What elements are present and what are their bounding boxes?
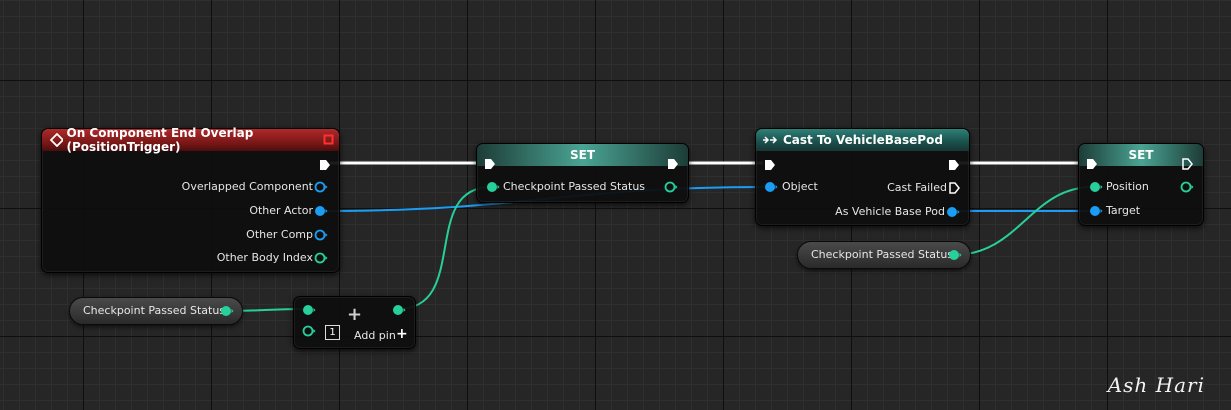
watermark-signature: Ash Hari bbox=[1107, 373, 1205, 397]
cast-output-label: As Vehicle Base Pod bbox=[835, 205, 945, 218]
cast-node-title: Cast To VehicleBasePod bbox=[783, 133, 943, 147]
pin-index-box[interactable]: 1 bbox=[325, 325, 340, 340]
add-pin-plus-icon[interactable]: + bbox=[396, 327, 408, 341]
bool-out-pin-icon[interactable] bbox=[948, 249, 962, 263]
event-node-title: On Component End Overlap (PositionTrigge… bbox=[66, 126, 254, 154]
getter-label: Checkpoint Passed Status bbox=[811, 248, 954, 261]
exec-out-pin-icon[interactable] bbox=[947, 158, 961, 172]
bool-in-pin-icon[interactable] bbox=[302, 304, 316, 318]
exec-in-pin-icon[interactable] bbox=[483, 157, 497, 171]
cast-node[interactable]: Cast To VehicleBasePod Object Cast Faile… bbox=[755, 128, 970, 226]
set-position-label: Position bbox=[1106, 180, 1149, 193]
set-node-title: SET bbox=[569, 148, 596, 162]
set-node-title: SET bbox=[1128, 148, 1154, 162]
set-node-header[interactable]: SET bbox=[477, 144, 688, 166]
boolean-operator-node[interactable]: + 1 Add pin + bbox=[293, 296, 416, 349]
bool-wire bbox=[397, 186, 492, 310]
object-pin-icon[interactable] bbox=[314, 205, 328, 219]
bool-in-hollow-pin-icon[interactable] bbox=[302, 325, 316, 339]
object-pin-icon[interactable] bbox=[314, 181, 328, 195]
event-diamond-icon bbox=[50, 133, 63, 147]
exec-in-pin-icon[interactable] bbox=[763, 158, 777, 172]
cast-failed-label: Cast Failed bbox=[887, 181, 947, 194]
exec-in-pin-icon[interactable] bbox=[1085, 157, 1099, 171]
operator-plus-symbol: + bbox=[347, 304, 363, 325]
bool-pin-icon[interactable] bbox=[486, 181, 500, 195]
delegate-pin-icon[interactable] bbox=[323, 134, 335, 146]
add-pin-label[interactable]: Add pin bbox=[354, 329, 396, 343]
bool-pin-icon[interactable] bbox=[1089, 181, 1103, 195]
exec-out-pin-icon[interactable] bbox=[666, 157, 680, 171]
set-node-checkpoint[interactable]: SET Checkpoint Passed Status bbox=[476, 143, 689, 203]
pin-label-other-body-index: Other Body Index bbox=[216, 251, 313, 264]
object-pin-icon[interactable] bbox=[314, 229, 328, 243]
exec-out-hollow-pin-icon[interactable] bbox=[1181, 157, 1195, 171]
cast-arrow-icon bbox=[763, 136, 778, 144]
getter-checkpoint-left[interactable]: Checkpoint Passed Status bbox=[69, 297, 243, 325]
cast-node-header[interactable]: Cast To VehicleBasePod bbox=[756, 129, 969, 151]
int-pin-icon[interactable] bbox=[314, 252, 328, 266]
bool-out-pin-icon[interactable] bbox=[664, 181, 678, 195]
event-node[interactable]: On Component End Overlap (PositionTrigge… bbox=[41, 126, 340, 273]
set-node-position[interactable]: SET Position Target bbox=[1078, 143, 1204, 226]
getter-checkpoint-right[interactable]: Checkpoint Passed Status bbox=[797, 241, 971, 269]
cast-object-label: Object bbox=[782, 180, 818, 193]
exec-out-pin-icon[interactable] bbox=[318, 158, 332, 172]
object-in-pin-icon[interactable] bbox=[764, 181, 778, 195]
bool-out-pin-icon[interactable] bbox=[392, 304, 406, 318]
event-node-header[interactable]: On Component End Overlap (PositionTrigge… bbox=[42, 126, 339, 154]
getter-label: Checkpoint Passed Status bbox=[83, 304, 226, 317]
object-in-pin-icon[interactable] bbox=[1089, 205, 1103, 219]
bool-out-pin-icon[interactable] bbox=[1180, 181, 1194, 195]
object-out-pin-icon[interactable] bbox=[946, 206, 960, 220]
set-input-label: Checkpoint Passed Status bbox=[503, 180, 646, 193]
set-target-label: Target bbox=[1106, 204, 1141, 217]
pin-label-other-comp: Other Comp bbox=[246, 228, 313, 241]
bool-wire bbox=[952, 186, 1094, 256]
pin-label-overlapped-component: Overlapped Component bbox=[181, 180, 313, 193]
pin-label-other-actor: Other Actor bbox=[249, 204, 313, 217]
bool-out-pin-icon[interactable] bbox=[220, 305, 234, 319]
exec-out-hollow-pin-icon[interactable] bbox=[948, 181, 962, 195]
